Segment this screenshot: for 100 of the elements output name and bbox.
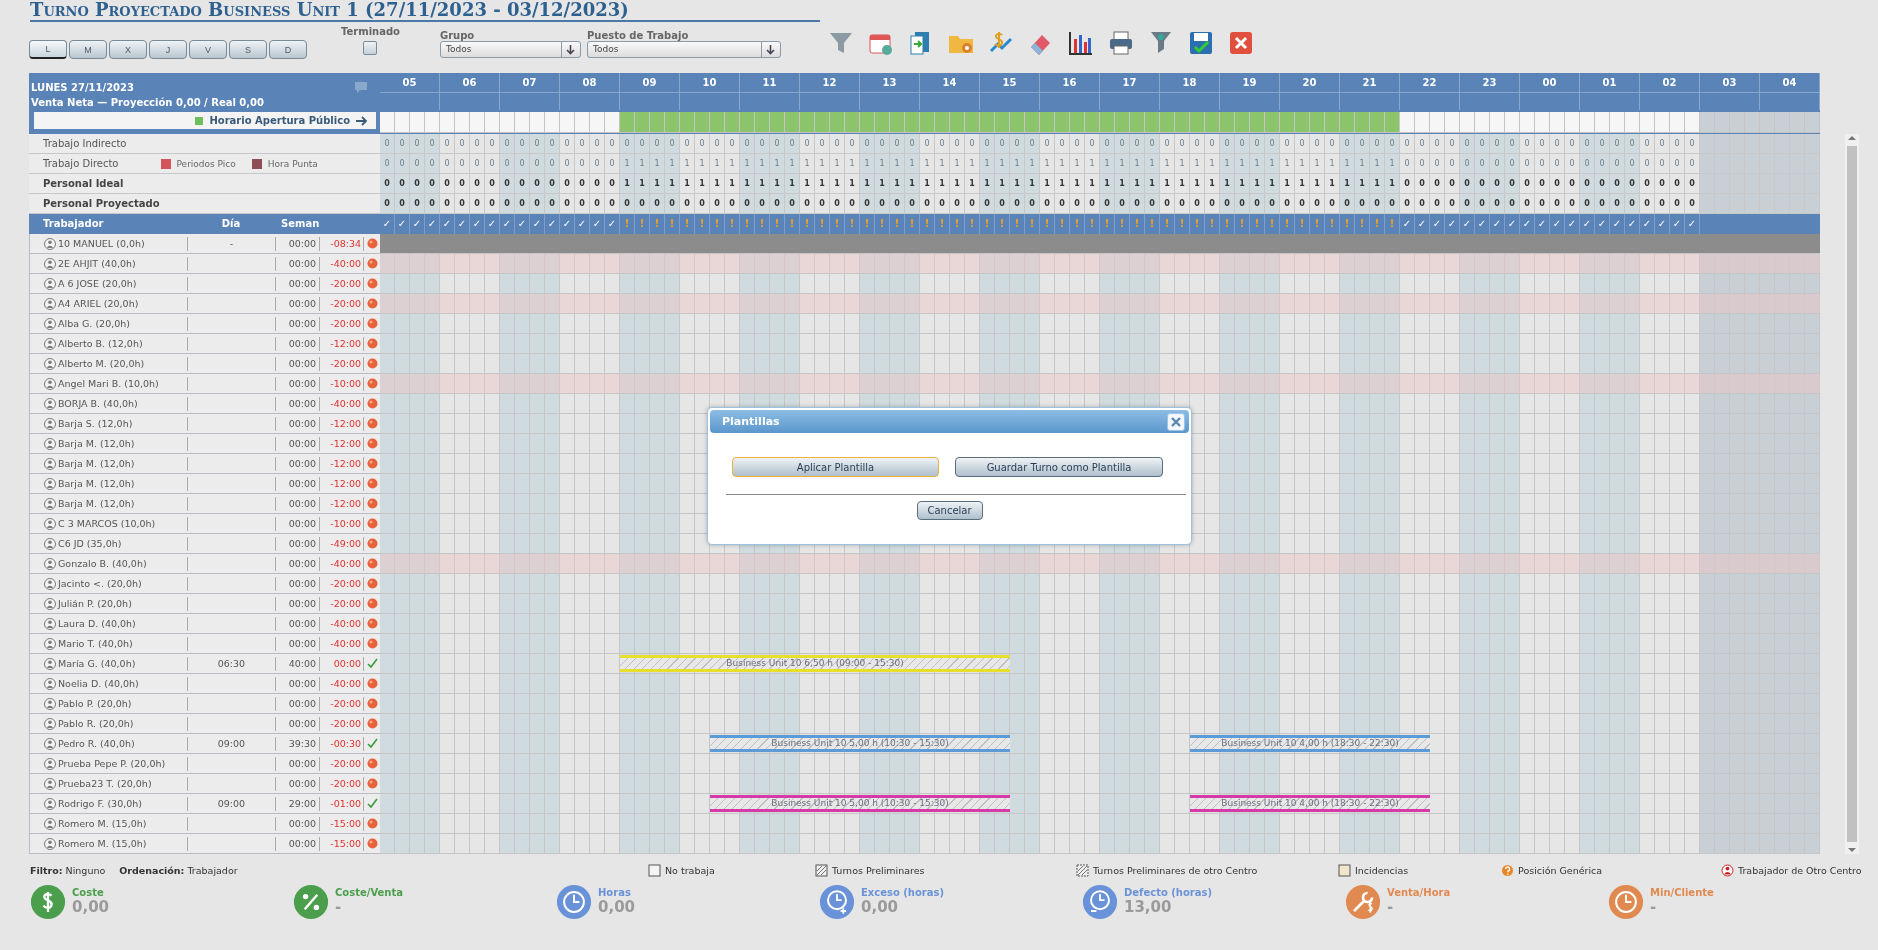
value-cell: 1 bbox=[965, 174, 980, 194]
value-cell: 0 bbox=[1355, 194, 1370, 214]
shaded-square-icon bbox=[1338, 863, 1351, 877]
hour-header: 10 bbox=[680, 73, 740, 92]
value-cell: 0 bbox=[1100, 194, 1115, 214]
value-cell: 0 bbox=[1490, 194, 1505, 214]
value-cell: 1 bbox=[1340, 174, 1355, 194]
value-cell: 0 bbox=[1265, 134, 1280, 154]
value-cell: 1 bbox=[815, 154, 830, 174]
shift-bar[interactable]: Business Unit 10 5,00 h (10:30 - 15:30) bbox=[710, 735, 1010, 752]
value-cell: 0 bbox=[920, 194, 935, 214]
grid-cell bbox=[1775, 194, 1790, 214]
value-cell: 1 bbox=[1205, 154, 1220, 174]
value-cell: 0 bbox=[575, 174, 590, 194]
shift-bar[interactable]: Business Unit 10 6,50 h (09:00 - 15:30) bbox=[620, 655, 1010, 672]
worker-name: Alba G. (20,0h) bbox=[58, 318, 130, 329]
shift-bar[interactable]: Business Unit 10 5,00 h (10:30 - 15:30) bbox=[710, 795, 1010, 812]
value-cell: 0 bbox=[440, 154, 455, 174]
day-tab[interactable]: X bbox=[109, 40, 147, 59]
value-cell: 0 bbox=[680, 134, 695, 154]
value-cell: 0 bbox=[710, 134, 725, 154]
hour-header: 06 bbox=[440, 73, 500, 92]
value-cell: 0 bbox=[605, 194, 620, 214]
filter-dropdown[interactable]: Todos bbox=[586, 41, 781, 58]
day-tab[interactable]: J bbox=[149, 40, 187, 59]
value-cell: 1 bbox=[1340, 154, 1355, 174]
value-cell: 1 bbox=[1280, 154, 1295, 174]
value-cell: 1 bbox=[785, 154, 800, 174]
week-hours: 00:00 bbox=[288, 337, 317, 349]
value-cell: 0 bbox=[440, 194, 455, 214]
close-button[interactable] bbox=[1167, 412, 1185, 431]
value-cell: 0 bbox=[575, 154, 590, 174]
arrow-down-icon[interactable] bbox=[1847, 846, 1857, 854]
value-cell: 1 bbox=[620, 154, 635, 174]
value-cell: 0 bbox=[1565, 154, 1580, 174]
value-cell: 0 bbox=[1670, 154, 1685, 174]
hour-header: 05 bbox=[380, 73, 440, 92]
value-cell: 0 bbox=[1610, 134, 1625, 154]
value-cell: 0 bbox=[440, 174, 455, 194]
value-cell: 0 bbox=[1040, 134, 1055, 154]
value-cell: 0 bbox=[1190, 194, 1205, 214]
value-cell: 0 bbox=[410, 134, 425, 154]
value-cell: 0 bbox=[890, 194, 905, 214]
worker-name: Pablo R. (20,0h) bbox=[58, 718, 134, 729]
value-cell: 0 bbox=[995, 194, 1010, 214]
hours-balance: -20:00 bbox=[330, 317, 362, 329]
day-tab[interactable]: D bbox=[269, 40, 307, 59]
value-cell: 0 bbox=[740, 134, 755, 154]
value-cell: 0 bbox=[1535, 174, 1550, 194]
scrollbar-thumb[interactable] bbox=[1847, 146, 1857, 842]
value-cell: 0 bbox=[410, 174, 425, 194]
bar-chart-icon[interactable] bbox=[1066, 29, 1095, 57]
value-cell: 0 bbox=[560, 174, 575, 194]
value-cell: 1 bbox=[920, 154, 935, 174]
value-cell: 0 bbox=[425, 194, 440, 214]
arrow-up-icon[interactable] bbox=[1847, 134, 1857, 142]
worker-name: Romero M. (15,0h) bbox=[58, 838, 147, 849]
kpi-value: - bbox=[1387, 898, 1395, 916]
cancel-button[interactable]: Cancelar bbox=[916, 501, 983, 520]
arrow-right-icon[interactable] bbox=[356, 115, 368, 126]
value-cell: 0 bbox=[590, 134, 605, 154]
shift-bar[interactable]: Business Unit 10 4,00 h (18:30 - 22:30) bbox=[1190, 735, 1430, 752]
value-cell: 0 bbox=[740, 194, 755, 214]
day-tab[interactable]: S bbox=[229, 40, 267, 59]
hours-balance: -40:00 bbox=[330, 257, 362, 269]
dialog-button[interactable]: Aplicar Plantilla bbox=[732, 457, 939, 477]
value-cell: 0 bbox=[650, 194, 665, 214]
value-cell: 0 bbox=[710, 194, 725, 214]
value-cell: 0 bbox=[1310, 194, 1325, 214]
worker-name: Noelia D. (40,0h) bbox=[58, 678, 139, 689]
value-cell: 1 bbox=[770, 154, 785, 174]
dialog-button[interactable]: Guardar Turno como Plantilla bbox=[955, 457, 1163, 477]
value-cell: 0 bbox=[380, 174, 395, 194]
hour-header: 04 bbox=[1760, 73, 1820, 92]
value-cell: 1 bbox=[845, 154, 860, 174]
value-cell: 1 bbox=[1010, 174, 1025, 194]
value-cell: 0 bbox=[1340, 134, 1355, 154]
shift-bar[interactable]: Business Unit 10 4,00 h (18:30 - 22:30) bbox=[1190, 795, 1430, 812]
value-cell: 1 bbox=[1250, 154, 1265, 174]
value-cell: 0 bbox=[1505, 134, 1520, 154]
hour-header: 18 bbox=[1160, 73, 1220, 92]
value-cell: 0 bbox=[965, 194, 980, 214]
value-cell: 1 bbox=[1190, 154, 1205, 174]
person-icon bbox=[44, 637, 56, 650]
filter-dropdown[interactable]: Todos bbox=[439, 41, 581, 58]
finished-checkbox[interactable] bbox=[363, 41, 378, 55]
value-cell: 0 bbox=[1310, 134, 1325, 154]
value-cell: 1 bbox=[710, 174, 725, 194]
value-cell: 0 bbox=[815, 194, 830, 214]
value-cell: 0 bbox=[1550, 134, 1565, 154]
day-tab[interactable]: M bbox=[69, 40, 107, 59]
value-cell: 1 bbox=[1280, 174, 1295, 194]
hour-header: 01 bbox=[1580, 73, 1640, 92]
day-tab[interactable]: V bbox=[189, 40, 227, 59]
person-icon bbox=[44, 557, 56, 570]
value-cell: 0 bbox=[380, 154, 395, 174]
value-cell: 0 bbox=[1505, 154, 1520, 174]
kpi-value: 0,00 bbox=[72, 898, 109, 916]
day-tab[interactable]: L bbox=[29, 40, 67, 59]
value-cell: 1 bbox=[1145, 174, 1160, 194]
